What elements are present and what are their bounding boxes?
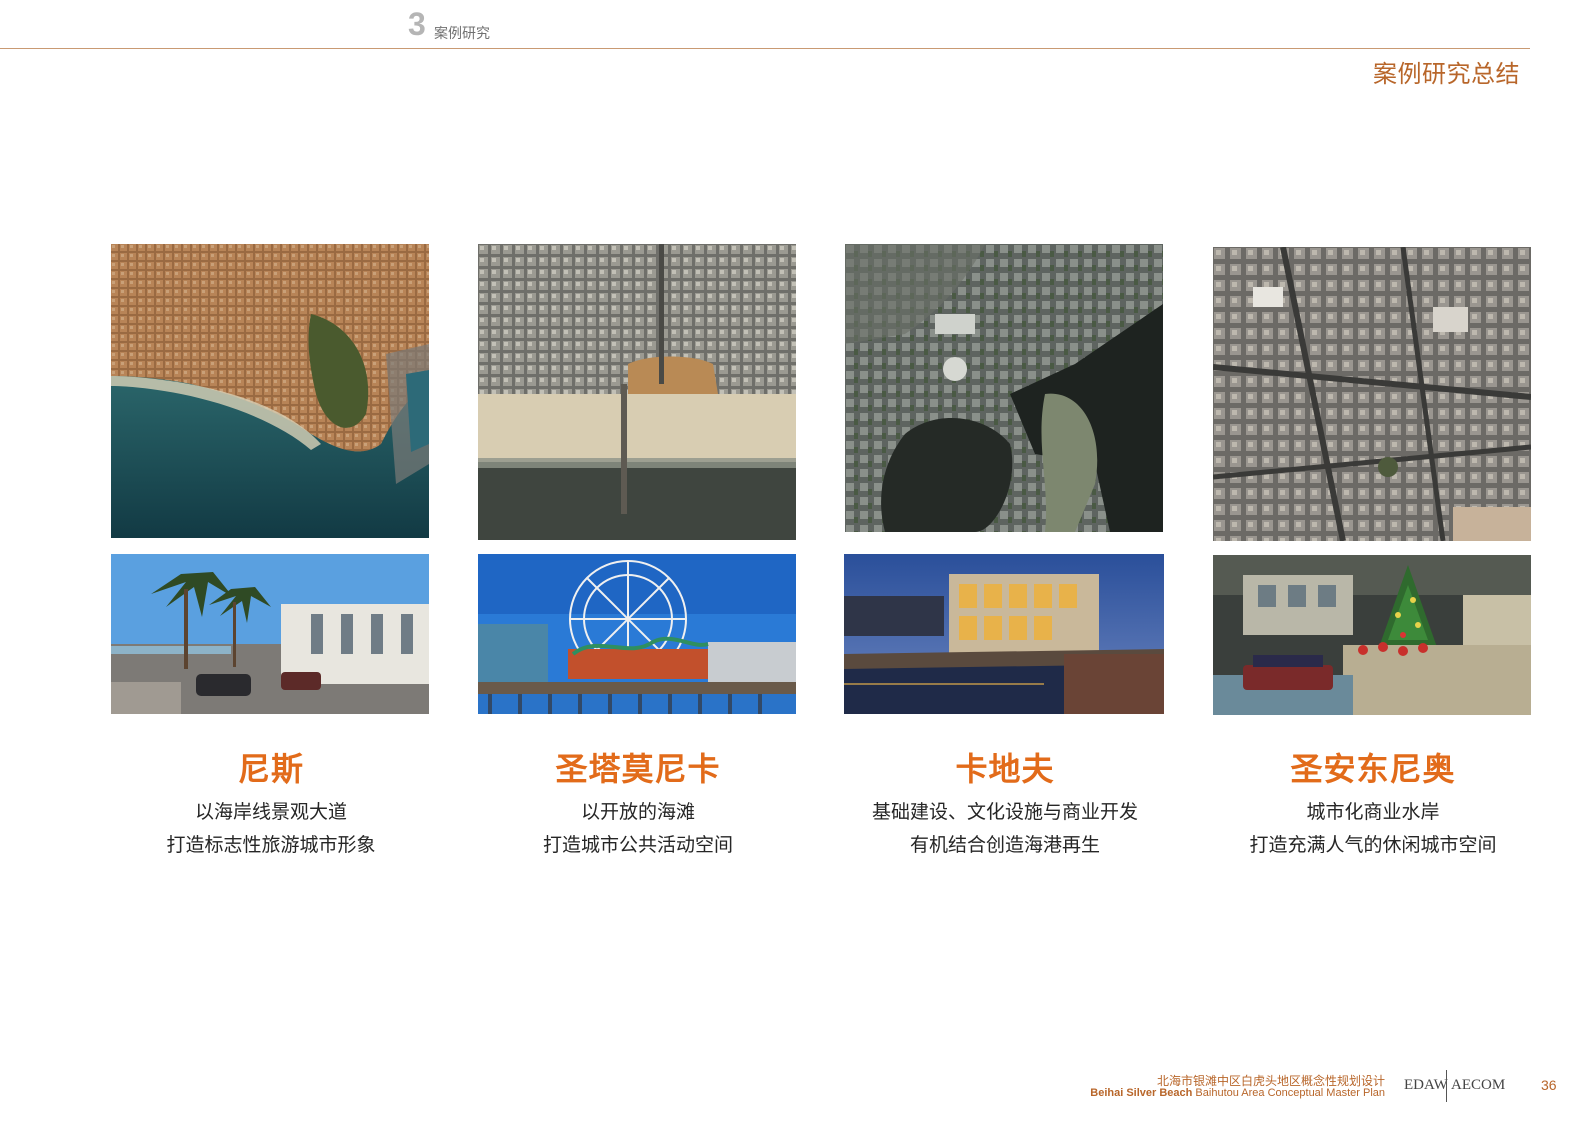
section-label: 案例研究 — [434, 26, 490, 42]
logo-divider — [1446, 1070, 1447, 1102]
aerial-photo — [1213, 247, 1531, 541]
section-number: 3 — [408, 6, 426, 42]
case-description-line1: 城市化商业水岸 — [1306, 801, 1440, 823]
aecom-logo: AECOM — [1451, 1077, 1506, 1093]
project-title-en-bold: Beihai Silver Beach — [1090, 1087, 1193, 1099]
street-photo — [1213, 555, 1531, 715]
page-title: 案例研究总结 — [1373, 60, 1520, 88]
street-photo — [111, 554, 429, 714]
case-description-line2: 打造充满人气的休闲城市空间 — [1249, 834, 1497, 856]
edaw-logo: EDAW — [1404, 1077, 1448, 1093]
project-title-en-rest: Baihutou Area Conceptual Master Plan — [1192, 1087, 1385, 1099]
aerial-photo — [111, 244, 429, 538]
aerial-photo — [845, 244, 1163, 532]
aerial-photo — [478, 244, 796, 540]
header-divider — [0, 48, 1530, 49]
page-number: 36 — [1541, 1077, 1557, 1093]
case-name: 圣安东尼奥 — [1290, 750, 1456, 788]
street-photo — [844, 554, 1164, 714]
street-photo — [478, 554, 796, 714]
project-title-en: Beihai Silver Beach Baihutou Area Concep… — [1090, 1087, 1385, 1099]
